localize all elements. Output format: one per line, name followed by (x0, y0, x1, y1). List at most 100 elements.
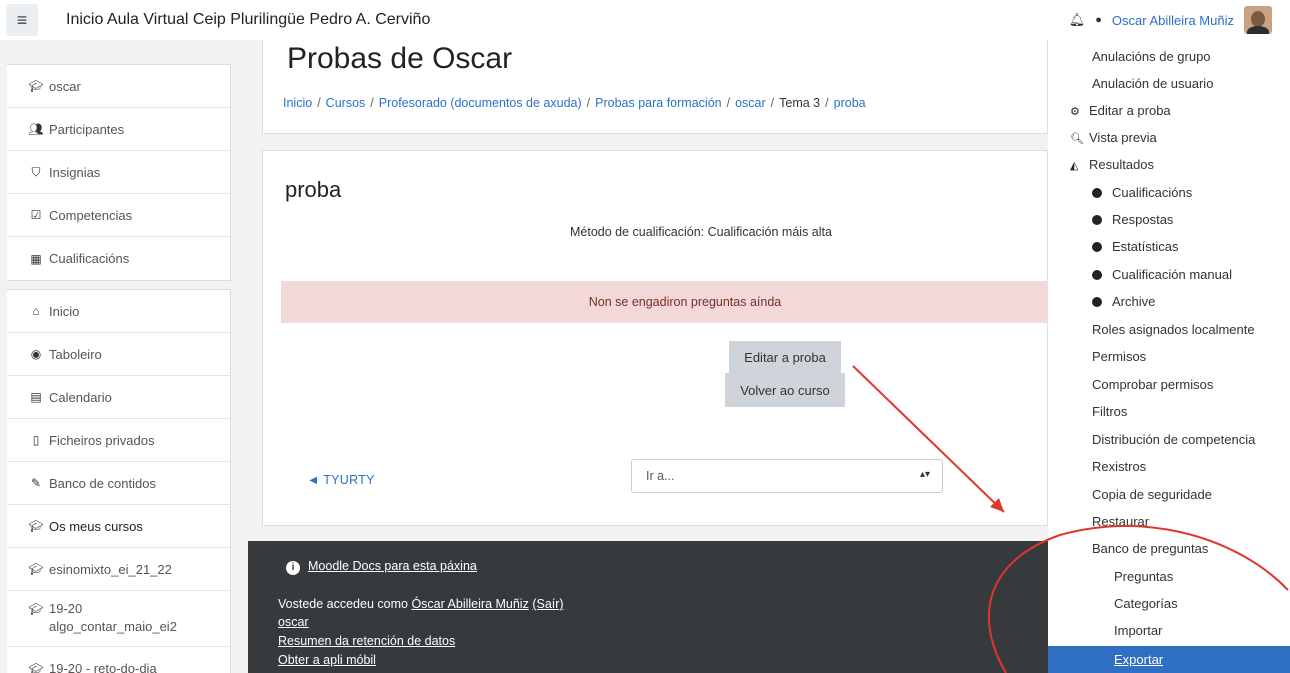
drawer-item-banco-de-contidos[interactable]: ✎ Banco de contidos (7, 462, 230, 505)
select-arrows-icon: ▴▾ (919, 469, 930, 480)
drawer-item-label: Inicio (49, 303, 80, 319)
admin-categories[interactable]: Categorías (1114, 596, 1178, 611)
back-to-course-button[interactable]: Volver ao curso (725, 373, 845, 407)
course-nav-group: 🎓︎ oscar 👥︎ Participantes ⛉ Insignias ☑ Comp… (7, 64, 231, 281)
home-icon: ⌂ (32, 304, 40, 318)
mobile-app-link[interactable]: Obter a apli móbil (278, 653, 376, 667)
admin-question-bank[interactable]: Banco de preguntas (1092, 541, 1208, 556)
admin-preview[interactable]: 🔍︎ Vista previa (1070, 130, 1157, 145)
admin-results-responses[interactable]: Respostas (1092, 212, 1173, 227)
admin-item-label: Vista previa (1089, 130, 1157, 145)
user-name-link[interactable]: Oscar Abilleira Muñiz (1112, 13, 1234, 28)
hamburger-icon[interactable]: ≡ (6, 4, 38, 36)
edit-quiz-button[interactable]: Editar a proba (729, 341, 841, 373)
moodle-docs-link[interactable]: Moodle Docs para esta páxina (308, 559, 477, 573)
breadcrumb-oscar[interactable]: oscar (735, 96, 766, 110)
quiz-title: proba (285, 177, 342, 202)
admin-results-manual-grading[interactable]: Cualificación manual (1092, 267, 1232, 282)
jump-to-value: Ir a... (646, 469, 675, 483)
admin-check-permissions[interactable]: Comprobar permisos (1092, 377, 1213, 392)
drawer-item-label: Cualificacións (49, 251, 130, 266)
admin-item-label: Resultados (1089, 157, 1155, 172)
calendar-icon: ▤ (30, 390, 42, 404)
admin-backup[interactable]: Copia de seguridade (1092, 487, 1212, 502)
admin-item-label: Respostas (1112, 212, 1174, 227)
drawer-item-label: Insignias (49, 164, 101, 180)
page-header: Probas de Oscar Inicio / Cursos / Profesorad… (262, 40, 1048, 134)
quiz-content-card: proba Método de cualificación: Cualifica… (262, 150, 1049, 526)
breadcrumb-tema: Tema 3 (779, 96, 821, 110)
bell-icon[interactable]: 🔔︎ (1069, 12, 1086, 28)
main-region: Probas de Oscar Inicio / Cursos / Profesorad… (262, 40, 1049, 526)
chat-bubble-icon[interactable]: ● (1095, 14, 1102, 26)
drawer-item-inicio[interactable]: ⌂ Inicio (7, 290, 230, 333)
breadcrumb-proba[interactable]: proba (834, 96, 866, 110)
avatar[interactable] (1244, 6, 1272, 34)
drawer-item-participantes[interactable]: 👥︎ Participantes (7, 108, 230, 151)
admin-item-label: Estatísticas (1112, 239, 1179, 254)
admin-results[interactable]: ◭ Resultados (1070, 157, 1154, 172)
admin-results-archive[interactable]: Archive (1092, 294, 1155, 309)
breadcrumb-cursos[interactable]: Cursos (326, 96, 366, 110)
breadcrumb-separator: / (825, 96, 829, 110)
admin-item-label: Cualificación manual (1112, 267, 1232, 282)
drawer-item-cualificacions[interactable]: ▦ Cualificacións (7, 237, 230, 280)
shield-icon: ⛉ (31, 164, 41, 179)
logged-in-user-link[interactable]: Óscar Abilleira Muñiz (411, 597, 528, 611)
admin-group-overrides[interactable]: Anulacións de grupo (1092, 49, 1211, 64)
drawer-item-taboleiro[interactable]: ◉ Taboleiro (7, 333, 230, 376)
previous-activity-link[interactable]: ◄ TYURTY (307, 473, 375, 487)
logged-in-prefix: Vostede accedeu como (278, 597, 412, 611)
data-retention-link[interactable]: Resumen da retención de datos (278, 634, 455, 648)
admin-filters[interactable]: Filtros (1092, 404, 1127, 419)
admin-results-statistics[interactable]: Estatísticas (1092, 239, 1178, 254)
footer-course-link[interactable]: oscar (278, 615, 309, 629)
drawer-item-oscar[interactable]: 🎓︎ oscar (7, 65, 230, 108)
admin-import[interactable]: Importar (1114, 623, 1162, 638)
admin-logs[interactable]: Rexistros (1092, 459, 1146, 474)
admin-competency-breakdown[interactable]: Distribución de competencia (1092, 432, 1255, 447)
bullet-icon (1092, 270, 1102, 280)
admin-item-label: Exportar (1114, 652, 1164, 667)
breadcrumb-inicio[interactable]: Inicio (283, 96, 312, 110)
drawer-item-label: Os meus cursos (49, 518, 143, 534)
info-icon: i (286, 561, 300, 575)
drawer-item-label: 19-20 - reto-do-dia (49, 661, 157, 673)
drawer-item-course-algo-contar[interactable]: 🎓︎ 19-20 algo_contar_maio_ei2 (7, 591, 230, 647)
site-nav-group: ⌂ Inicio ◉ Taboleiro ▤ Calendario ▯ Ficheiro… (7, 289, 231, 673)
admin-questions[interactable]: Preguntas (1114, 569, 1173, 584)
area-chart-icon: ◭ (1070, 160, 1079, 172)
admin-user-overrides[interactable]: Anulación de usuario (1092, 76, 1213, 91)
admin-edit-quiz[interactable]: ⚙ Editar a proba (1070, 103, 1171, 118)
drawer-item-label: Competencias (49, 207, 133, 223)
admin-export[interactable]: Exportar (1048, 646, 1290, 673)
drawer-item-competencias[interactable]: ☑ Competencias (7, 194, 230, 237)
breadcrumb-probas[interactable]: Probas para formación (595, 96, 721, 110)
graduation-cap-icon: 🎓︎ (28, 562, 44, 576)
top-navbar: ≡ Inicio Aula Virtual Ceip Plurilingüe P… (0, 0, 1290, 40)
drawer-item-course-esinomixto[interactable]: 🎓︎ esinomixto_ei_21_22 (7, 548, 230, 591)
moodle-docs-row: i Moodle Docs para esta páxina (286, 559, 477, 575)
jump-to-select[interactable]: Ir a... ▴▾ (631, 459, 943, 493)
graduation-cap-icon: 🎓︎ (28, 661, 44, 673)
pencil-icon: ✎ (30, 476, 42, 490)
bullet-icon (1092, 242, 1102, 252)
drawer-item-label: Banco de contidos (49, 475, 156, 491)
gear-icon: ⚙ (1070, 106, 1080, 118)
drawer-item-label: Calendario (49, 389, 112, 405)
admin-item-label: Archive (1112, 294, 1156, 309)
admin-results-grades[interactable]: Cualificacións (1092, 185, 1192, 200)
file-icon: ▯ (32, 433, 40, 447)
quiz-administration-block: Anulacións de grupo Anulación de usuario… (1048, 40, 1290, 673)
logout-link[interactable]: (Saír) (532, 597, 563, 611)
drawer-item-insignias[interactable]: ⛉ Insignias (7, 151, 230, 194)
breadcrumb-profesorado[interactable]: Profesorado (documentos de axuda) (379, 96, 582, 110)
drawer-item-ficheiros-privados[interactable]: ▯ Ficheiros privados (7, 419, 230, 462)
admin-permissions[interactable]: Permisos (1092, 349, 1146, 364)
drawer-item-course-reto-do-dia[interactable]: 🎓︎ 19-20 - reto-do-dia (7, 647, 230, 673)
drawer-item-os-meus-cursos[interactable]: 🎓︎ Os meus cursos (7, 505, 230, 548)
admin-local-roles[interactable]: Roles asignados localmente (1092, 322, 1255, 337)
drawer-item-calendario[interactable]: ▤ Calendario (7, 376, 230, 419)
admin-restore[interactable]: Restaurar (1092, 514, 1149, 529)
site-title[interactable]: Inicio Aula Virtual Ceip Plurilingüe Ped… (66, 11, 430, 29)
